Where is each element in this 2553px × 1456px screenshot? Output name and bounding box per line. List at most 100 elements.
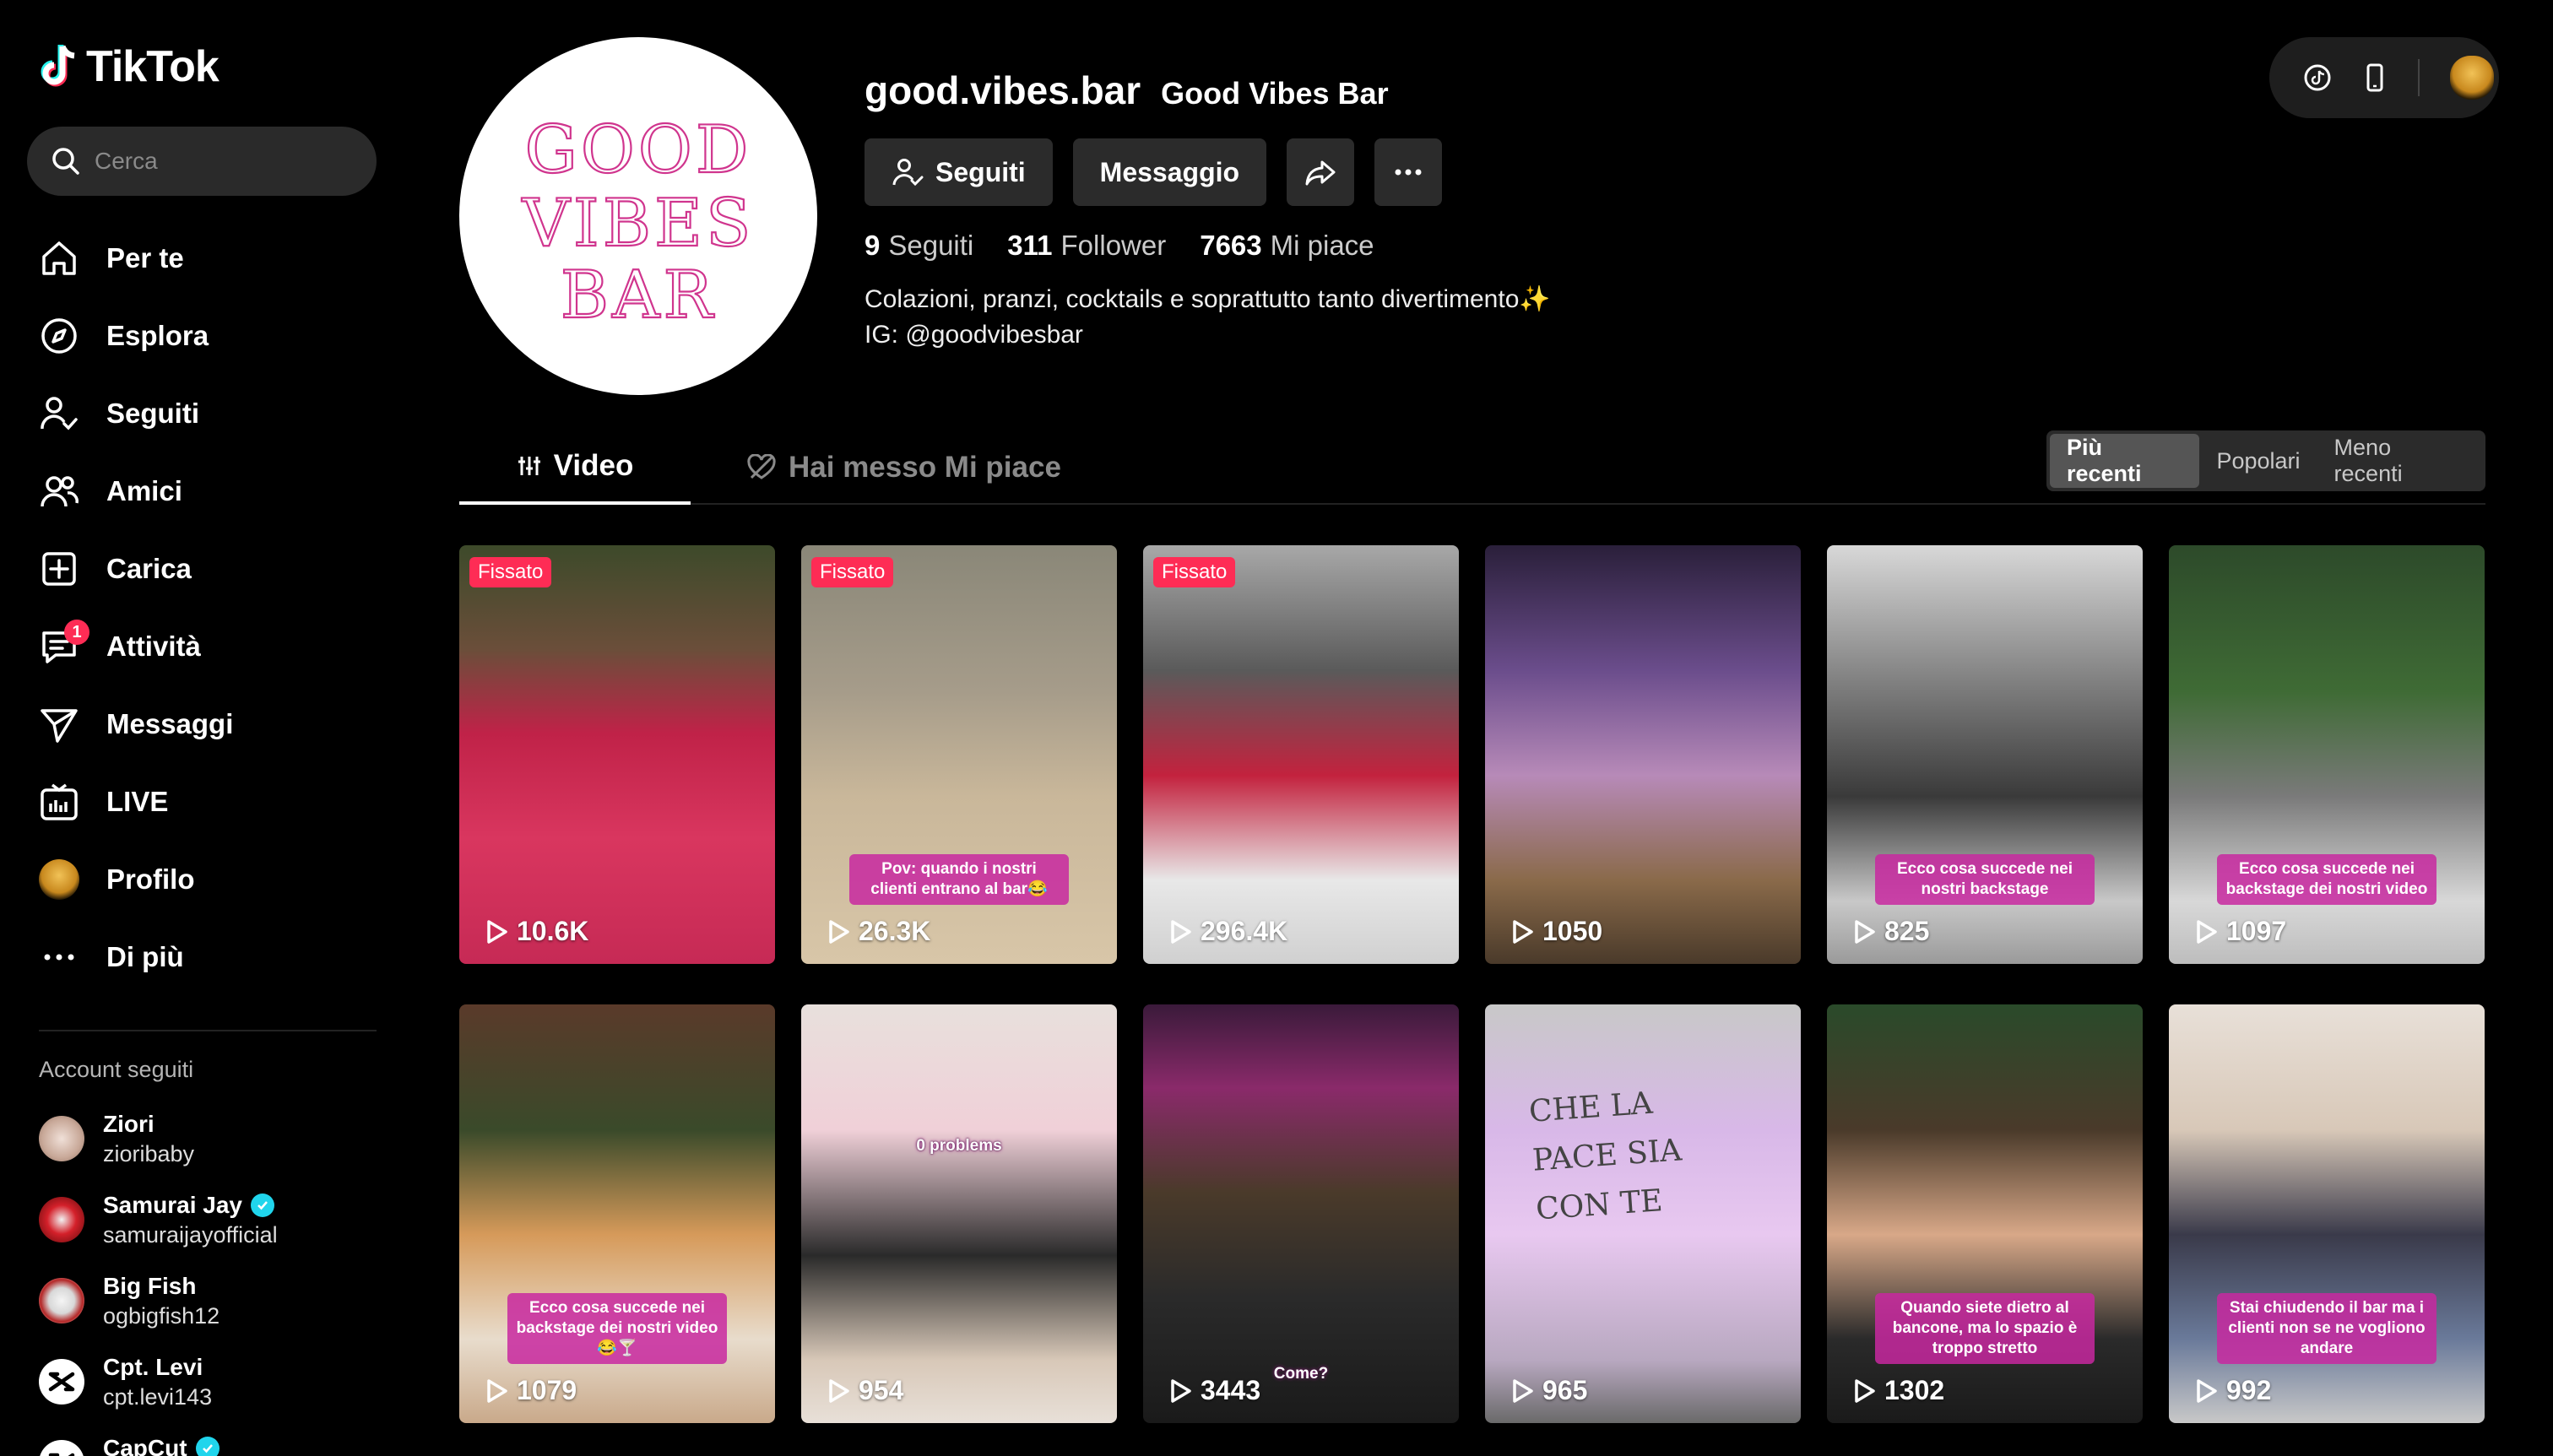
nav-item-profilo[interactable]: Profilo (27, 841, 370, 918)
video-card[interactable]: Fissato Pov: quando i nostri clienti entr… (801, 545, 1117, 964)
play-icon (1855, 919, 1875, 944)
nav-item-amici[interactable]: Amici (27, 452, 370, 530)
bio-line: IG: @goodvibesbar (865, 321, 1083, 349)
profile-names: good.vibes.bar Good Vibes Bar (865, 68, 1551, 113)
message-button-label: Messaggio (1099, 156, 1240, 187)
view-count-value: 1079 (517, 1375, 577, 1405)
tiktok-studio-icon[interactable] (2303, 63, 2332, 92)
verified-badge-icon (251, 1193, 274, 1217)
nav-label: LIVE (106, 786, 169, 817)
avatar (39, 1278, 84, 1323)
tab-liked[interactable]: Hai messo Mi piace (746, 430, 1061, 505)
view-count-value: 1302 (1884, 1375, 1945, 1405)
view-count: 1079 (485, 1375, 577, 1406)
nav-item-per-te[interactable]: Per te (27, 219, 370, 297)
bio-line: Colazioni, pranzi, cocktails e soprattut… (865, 285, 1551, 313)
capcut-logo-icon (48, 1372, 75, 1392)
following-account[interactable]: CapCutcapcut (27, 1422, 370, 1456)
compass-icon (41, 318, 77, 354)
video-card[interactable]: Quando siete dietro al bancone, ma lo sp… (1827, 1004, 2143, 1423)
nav-item-seguiti[interactable]: Seguiti (27, 375, 370, 452)
nav-item-carica[interactable]: Carica (27, 530, 370, 608)
view-count-value: 10.6K (517, 916, 589, 946)
play-icon (1855, 1378, 1875, 1403)
stat-value: 9 (865, 230, 881, 261)
ellipsis-icon (1395, 169, 1422, 176)
following-account[interactable]: Cpt. Levi cpt.levi143 (27, 1341, 370, 1422)
account-handle: zioribaby (103, 1140, 195, 1166)
view-count-value: 825 (1884, 916, 1930, 946)
upload-icon (42, 552, 76, 586)
view-count: 1302 (1852, 1375, 1944, 1406)
video-grid-icon (518, 457, 540, 475)
following-account[interactable]: Samurai Jay samuraijayofficial (27, 1179, 370, 1260)
nav-item-live[interactable]: LIVE (27, 763, 370, 841)
profile-info: good.vibes.bar Good Vibes Bar Seguiti Me… (865, 68, 1551, 353)
tiktok-logo[interactable]: TikTok (39, 37, 370, 96)
tiktok-profile-page: TikTok Per te Esplora Seguiti Amici (0, 0, 2553, 1456)
following-list: Ziori zioribaby Samurai Jay samuraijayoffi… (27, 1098, 370, 1456)
following-button[interactable]: Seguiti (865, 138, 1053, 206)
following-account[interactable]: Ziori zioribaby (27, 1098, 370, 1179)
video-card[interactable]: Ecco cosa succede nei nostri backstage 8… (1827, 545, 2143, 964)
following-account[interactable]: Big Fish ogbigfish12 (27, 1260, 370, 1341)
following-button-label: Seguiti (935, 156, 1026, 187)
account-name: Ziori (103, 1110, 154, 1137)
video-card[interactable]: Fissato 296.4K (1143, 545, 1459, 964)
account-handle: ogbigfish12 (103, 1302, 220, 1329)
user-avatar[interactable] (2450, 56, 2494, 100)
brand-name: TikTok (86, 42, 220, 91)
view-count: 965 (1510, 1375, 1587, 1406)
notification-badge: 1 (64, 620, 89, 645)
video-caption: Come? (1273, 1365, 1329, 1383)
top-right-controls (2269, 37, 2499, 118)
view-count-value: 954 (859, 1375, 904, 1405)
following-icon (41, 397, 78, 430)
view-count-value: 965 (1542, 1375, 1588, 1405)
video-card[interactable]: Fissato 10.6K (459, 545, 775, 964)
stat-followers[interactable]: 311 Follower (1007, 230, 1166, 262)
nav-item-attivita[interactable]: 1 Attività (27, 608, 370, 685)
play-icon (829, 1378, 849, 1403)
video-caption: Ecco cosa succede nei backstage dei nost… (507, 1293, 727, 1364)
mobile-app-icon[interactable] (2362, 62, 2388, 93)
tiktok-logo-icon (41, 45, 75, 87)
nav-label: Amici (106, 475, 182, 506)
logo-line-good: GOOD (525, 112, 752, 188)
stat-following[interactable]: 9 Seguiti (865, 230, 973, 262)
nav-item-di-piu[interactable]: Di più (27, 918, 370, 996)
view-count: 1050 (1510, 916, 1602, 947)
video-card[interactable]: Ecco cosa succede nei backstage dei nost… (2169, 545, 2485, 964)
sort-oldest[interactable]: Meno recenti (2317, 434, 2482, 488)
nav-label: Profilo (106, 863, 195, 895)
search-bar[interactable] (27, 127, 377, 196)
nav-item-messaggi[interactable]: Messaggi (27, 685, 370, 763)
sort-popular[interactable]: Popolari (2199, 434, 2317, 488)
sort-recent[interactable]: Più recenti (2050, 434, 2200, 488)
video-card[interactable]: Come? 3443 (1143, 1004, 1459, 1423)
user-check-icon (892, 159, 924, 187)
message-button[interactable]: Messaggio (1072, 138, 1267, 206)
nav-item-esplora[interactable]: Esplora (27, 297, 370, 375)
video-card[interactable]: 1050 (1485, 545, 1801, 964)
nav-label: Di più (106, 941, 184, 972)
video-card[interactable]: Ecco cosa succede nei backstage dei nost… (459, 1004, 775, 1423)
separator (2418, 59, 2420, 96)
share-button[interactable] (1287, 138, 1355, 206)
video-card[interactable]: Stai chiudendo il bar ma i clienti non s… (2169, 1004, 2485, 1423)
view-count: 992 (2194, 1375, 2271, 1406)
view-count: 10.6K (485, 916, 588, 947)
home-icon (42, 241, 76, 275)
nav-label: Carica (106, 553, 192, 584)
profile-actions: Seguiti Messaggio (865, 138, 1551, 206)
search-input[interactable] (95, 148, 348, 175)
live-icon (41, 783, 78, 820)
capcut-logo-icon (48, 1453, 75, 1456)
tab-label: Video (553, 449, 634, 482)
more-options-button[interactable] (1374, 138, 1443, 206)
nav-label: Attività (106, 631, 201, 662)
tab-videos[interactable]: Video (459, 430, 691, 505)
video-card[interactable]: 0 problems 954 (801, 1004, 1117, 1423)
avatar (39, 1440, 84, 1456)
video-card[interactable]: CHE LA PACE SIA CON TE 965 (1485, 1004, 1801, 1423)
